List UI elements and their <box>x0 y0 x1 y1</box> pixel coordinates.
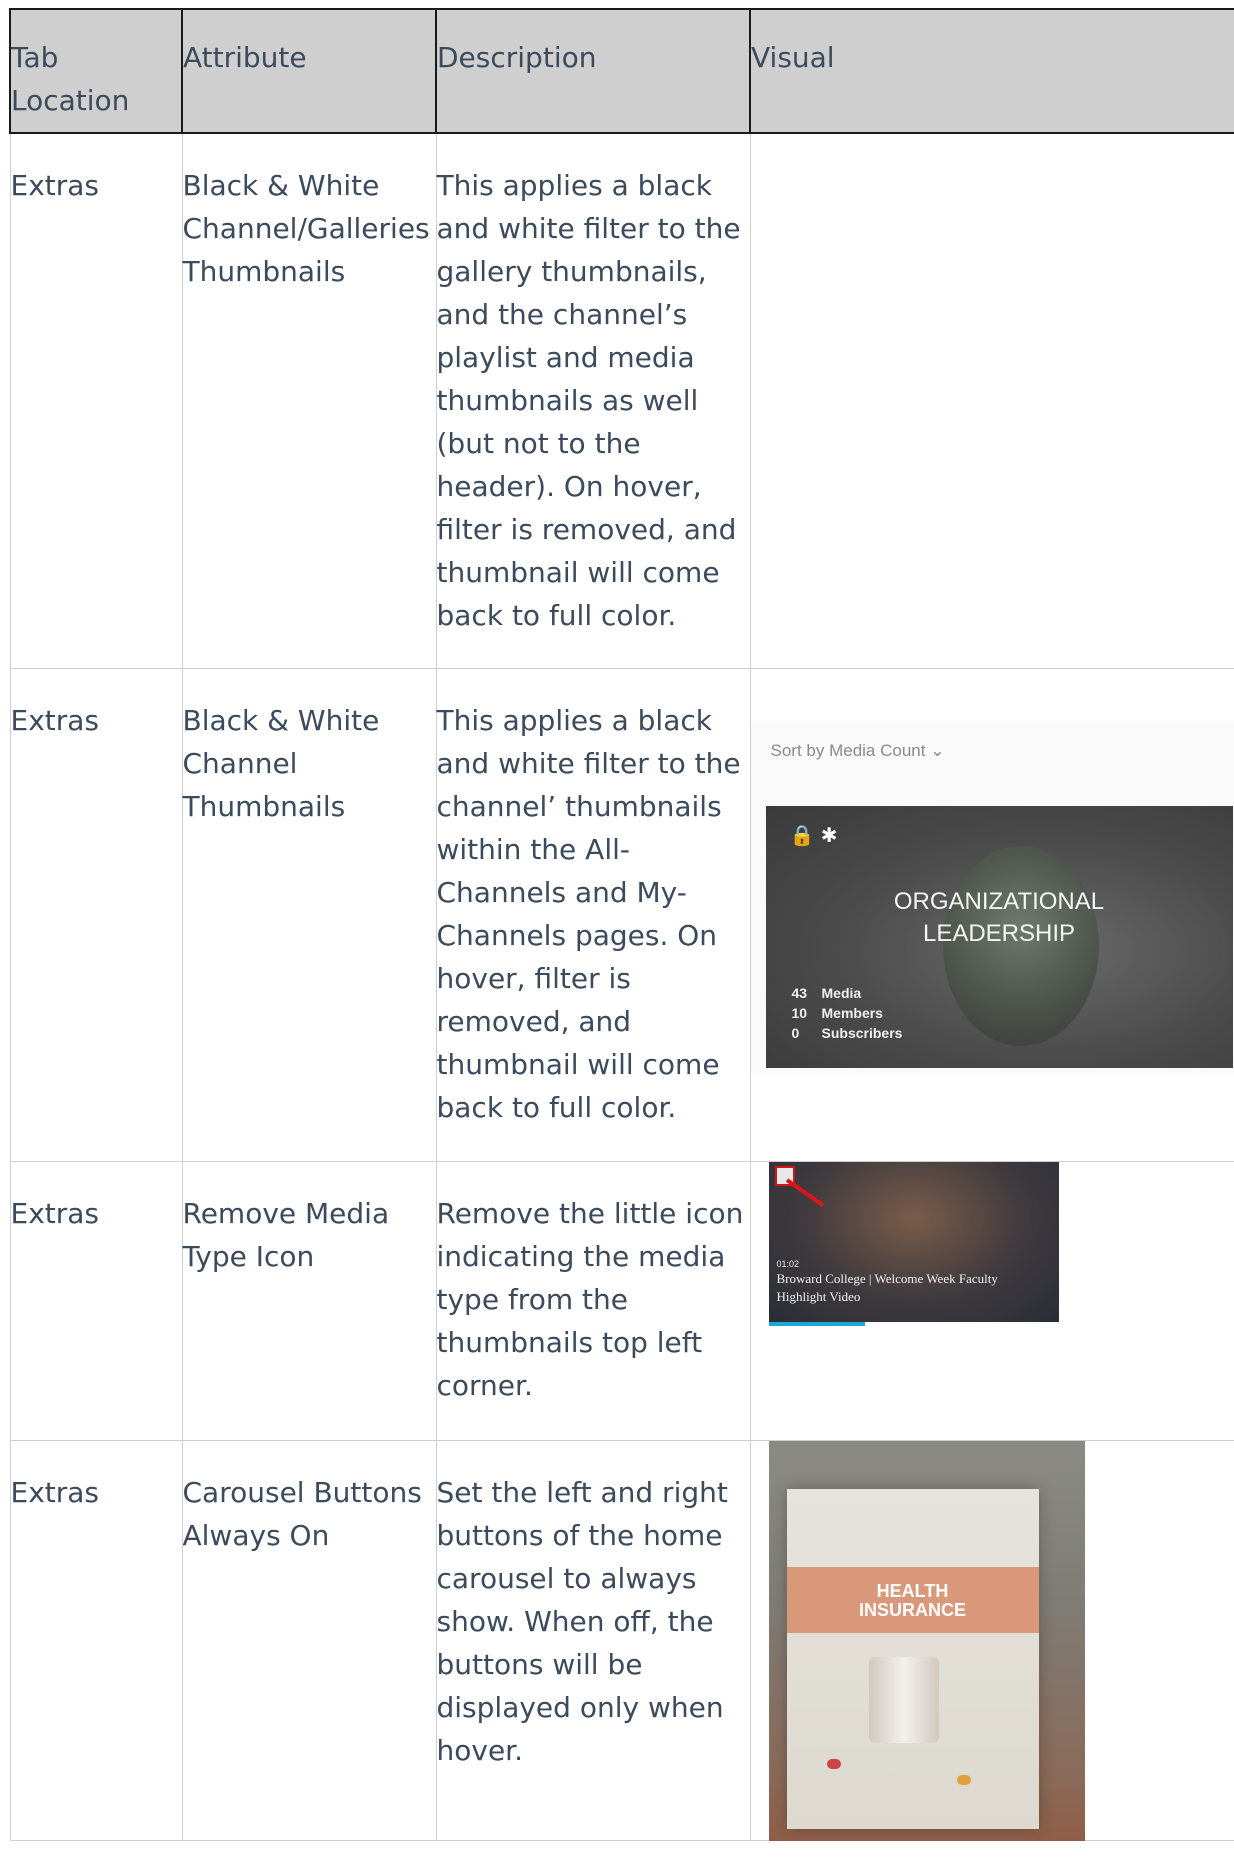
header-row: Tab Location Attribute Description Visua… <box>9 8 1234 134</box>
media-duration: 01:02 <box>776 1258 800 1269</box>
cell-description: Set the left and right buttons of the ho… <box>435 1439 751 1841</box>
channel-thumbnail-preview: Sort by Media Count ⌄ 🔒 ✱ ORGANIZATIONAL… <box>750 720 1234 1073</box>
document-image: HEALTH INSURANCE <box>786 1488 1039 1829</box>
pill-icon <box>956 1774 971 1785</box>
cell-tab: Extras <box>9 667 183 1162</box>
cell-tab: Extras <box>9 132 183 669</box>
cell-visual: HEALTH INSURANCE <box>749 1439 1234 1841</box>
cell-description: Remove the little icon indicating the me… <box>435 1160 751 1441</box>
cell-attribute: Carousel Buttons Always On <box>181 1439 437 1841</box>
stat-subscribers: 0 Subscribers <box>791 1024 903 1041</box>
annotation-arrow-icon <box>785 1177 824 1207</box>
cell-description: This applies a black and white filter to… <box>435 132 751 669</box>
media-caption: Broward College | Welcome Week Faculty H… <box>776 1270 998 1304</box>
header-visual: Visual <box>749 8 1234 134</box>
attributes-table: Tab Location Attribute Description Visua… <box>9 8 1234 1841</box>
cell-tab: Extras <box>9 1439 183 1841</box>
channel-card[interactable]: 🔒 ✱ ORGANIZATIONAL LEADERSHIP 43 Media 10… <box>765 805 1233 1068</box>
header-tab-location: Tab Location <box>9 8 183 134</box>
table-row: Extras Remove Media Type Icon Remove the… <box>9 1160 1234 1441</box>
carousel-image: HEALTH INSURANCE <box>768 1440 1085 1841</box>
table-row: Extras Black & White Channel/Galleries T… <box>9 132 1234 669</box>
sort-dropdown[interactable]: Sort by Media Count ⌄ <box>771 741 945 761</box>
header-description: Description <box>435 8 751 134</box>
cell-description: This applies a black and white filter to… <box>435 667 751 1162</box>
stat-members: 10 Members <box>791 1004 883 1021</box>
banner-line2: INSURANCE <box>858 1599 966 1620</box>
channel-title-line2: LEADERSHIP <box>922 919 1076 947</box>
cell-tab: Extras <box>9 1160 183 1441</box>
cell-attribute: Remove Media Type Icon <box>181 1160 437 1441</box>
cell-visual <box>749 132 1234 669</box>
progress-bar <box>768 1321 865 1326</box>
table-row: Extras Carousel Buttons Always On Set th… <box>9 1439 1234 1841</box>
stat-media: 43 Media <box>791 984 862 1001</box>
media-thumbnail[interactable]: 01:02 Broward College | Welcome Week Fac… <box>768 1161 1059 1322</box>
cell-visual: Sort by Media Count ⌄ 🔒 ✱ ORGANIZATIONAL… <box>749 667 1234 1162</box>
header-attribute: Attribute <box>181 8 437 134</box>
cell-attribute: Black & White Channel Thumbnails <box>181 667 437 1162</box>
pill-icon <box>826 1758 841 1769</box>
cell-attribute: Black & White Channel/Galleries Thumbnai… <box>181 132 437 669</box>
channel-title-line1: ORGANIZATIONAL <box>893 887 1105 915</box>
cell-visual: 01:02 Broward College | Welcome Week Fac… <box>749 1160 1234 1441</box>
lock-icon: 🔒 ✱ <box>789 822 838 847</box>
banner: HEALTH INSURANCE <box>786 1566 1039 1633</box>
table-row: Extras Black & White Channel Thumbnails … <box>9 667 1234 1162</box>
banner-line1: HEALTH <box>876 1580 949 1601</box>
pill-bottle-icon <box>868 1656 939 1743</box>
